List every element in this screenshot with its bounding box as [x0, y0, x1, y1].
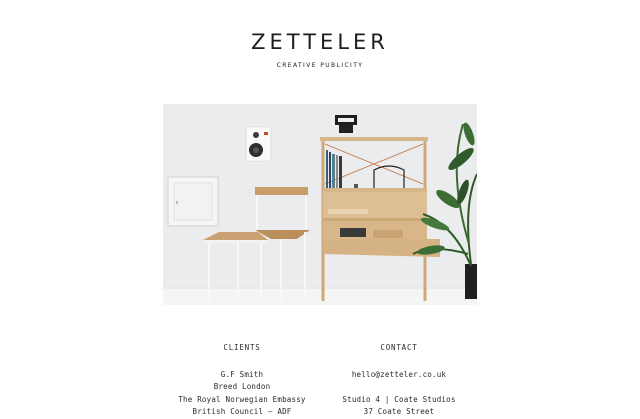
- contact-heading: CONTACT: [380, 343, 418, 352]
- speaker-shape: [245, 126, 272, 162]
- contact-section: CONTACT hello@zetteler.co.uk Studio 4 | …: [314, 342, 484, 419]
- hero-photo: [163, 104, 477, 305]
- wall-panel: [167, 176, 219, 227]
- contact-address-line: 37 Coate Street: [363, 407, 435, 417]
- brand-logo[interactable]: ZETTELER: [0, 30, 640, 54]
- contact-email-link[interactable]: hello@zetteler.co.uk: [314, 369, 484, 382]
- contact-spacer: [314, 381, 484, 394]
- tagline: CREATIVE PUBLICITY: [276, 62, 364, 69]
- contact-address-line: Studio 4 | Coate Studios: [342, 394, 456, 404]
